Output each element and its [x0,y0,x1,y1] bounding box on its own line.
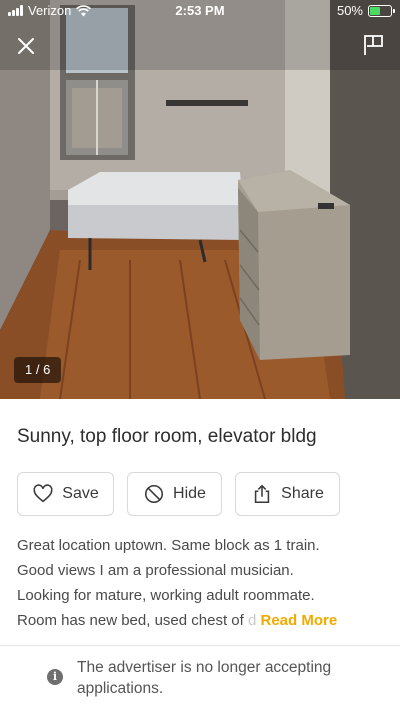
share-icon [254,484,270,504]
flag-icon[interactable] [362,33,386,57]
listing-title: Sunny, top floor room, elevator bldg [17,426,317,447]
description-fade: d [247,612,257,629]
listing-photo[interactable]: Verizon 2:53 PM 50% 1 / 6 [0,0,400,399]
battery-icon [368,4,395,17]
action-bar: Save Hide Share [17,472,340,516]
status-right: 50% [336,3,395,18]
description-line: Good views I am a professional musician. [17,562,294,579]
share-button[interactable]: Share [235,472,340,516]
room-photo-image [0,0,400,399]
listing-description: Great location uptown. Same block as 1 t… [17,533,383,633]
info-icon: i [47,669,63,685]
share-label: Share [281,485,324,502]
description-line-text: Room has new bed, used chest of [17,612,244,629]
hide-label: Hide [173,485,206,502]
hide-icon [145,484,164,504]
save-button[interactable]: Save [17,472,114,516]
status-bar: Verizon 2:53 PM 50% [0,0,400,24]
heart-icon [33,484,53,503]
description-line: Looking for mature, working adult roomma… [17,587,315,604]
closed-notice: i The advertiser is no longer accepting … [47,657,377,699]
save-label: Save [62,485,99,502]
description-line-last: Room has new bed, used chest of d Read M… [17,608,383,633]
divider [0,645,400,646]
close-icon[interactable] [14,34,38,58]
battery-percent: 50% [336,3,363,18]
photo-counter: 1 / 6 [14,357,62,383]
hide-button[interactable]: Hide [127,472,222,516]
read-more-link[interactable]: Read More [261,612,338,629]
notice-text: The advertiser is no longer accepting ap… [77,659,332,697]
battery-fill [370,6,380,15]
description-line: Great location uptown. Same block as 1 t… [17,537,320,554]
